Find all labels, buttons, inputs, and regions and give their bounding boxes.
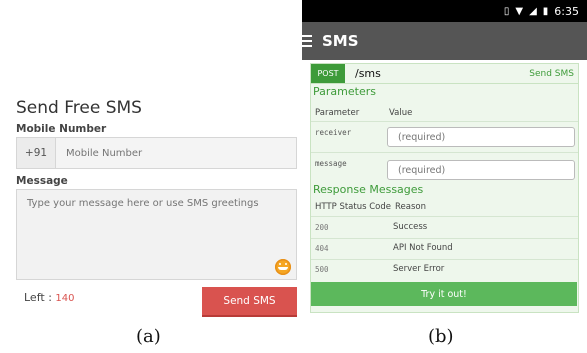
country-code: +91 [17, 138, 56, 168]
battery-icon: ▮ [542, 5, 549, 17]
table-row: 404 API Not Found [311, 239, 578, 258]
method-badge: POST [311, 64, 345, 83]
mobile-number-field: +91 [16, 137, 297, 169]
message-input[interactable] [387, 160, 575, 180]
message-label: Message [16, 175, 68, 187]
send-sms-button[interactable]: Send SMS [202, 287, 297, 315]
param-name: message [315, 159, 347, 168]
response-header-reason: Reason [395, 202, 426, 212]
form-title: Send Free SMS [16, 98, 142, 118]
send-sms-form: Send Free SMS Mobile Number +91 Message … [0, 0, 300, 353]
characters-left: Left : 140 [24, 291, 75, 304]
status-code: 404 [315, 244, 329, 253]
app-bar: SMS [302, 22, 587, 60]
divider [311, 216, 578, 217]
mobile-number-label: Mobile Number [16, 123, 107, 135]
response-messages-title: Response Messages [313, 183, 424, 196]
android-screen: ▯ ▼ ◢ ▮ 6:35 SMS POST /sms Send SMS Para… [302, 0, 587, 318]
endpoint-path: /sms [355, 67, 381, 80]
table-row: 200 Success [311, 218, 578, 237]
status-bar: ▯ ▼ ◢ ▮ 6:35 [302, 0, 587, 22]
try-it-out-button[interactable]: Try it out! [311, 282, 577, 306]
app-title: SMS [322, 32, 359, 50]
param-header-name: Parameter [315, 108, 360, 118]
message-textarea[interactable] [16, 189, 297, 280]
left-label: Left : [24, 291, 52, 304]
mobile-number-input[interactable] [56, 138, 296, 168]
status-reason: API Not Found [393, 243, 453, 253]
divider [311, 152, 578, 153]
endpoint-card: POST /sms Send SMS Parameters Parameter … [310, 63, 579, 313]
endpoint-summary-link[interactable]: Send SMS [529, 69, 574, 79]
menu-icon[interactable] [302, 22, 314, 60]
divider [311, 121, 578, 122]
param-header-value: Value [389, 108, 413, 118]
signal-icon: ◢ [529, 5, 537, 17]
left-count-value: 140 [55, 293, 75, 304]
status-reason: Success [393, 222, 428, 232]
endpoint-header[interactable]: POST /sms Send SMS [311, 64, 578, 84]
receiver-input[interactable] [387, 127, 575, 147]
status-code: 500 [315, 265, 329, 274]
response-header-code: HTTP Status Code [315, 202, 392, 212]
status-time: 6:35 [554, 4, 579, 18]
parameters-title: Parameters [313, 85, 376, 98]
wifi-icon: ▼ [515, 5, 524, 17]
status-code: 200 [315, 223, 329, 232]
status-reason: Server Error [393, 264, 445, 274]
smiley-icon[interactable] [275, 259, 291, 275]
caption-b: (b) [428, 326, 454, 347]
param-name: receiver [315, 128, 352, 137]
caption-a: (a) [136, 326, 161, 347]
vibrate-icon: ▯ [503, 5, 510, 17]
table-row: 500 Server Error [311, 260, 578, 279]
